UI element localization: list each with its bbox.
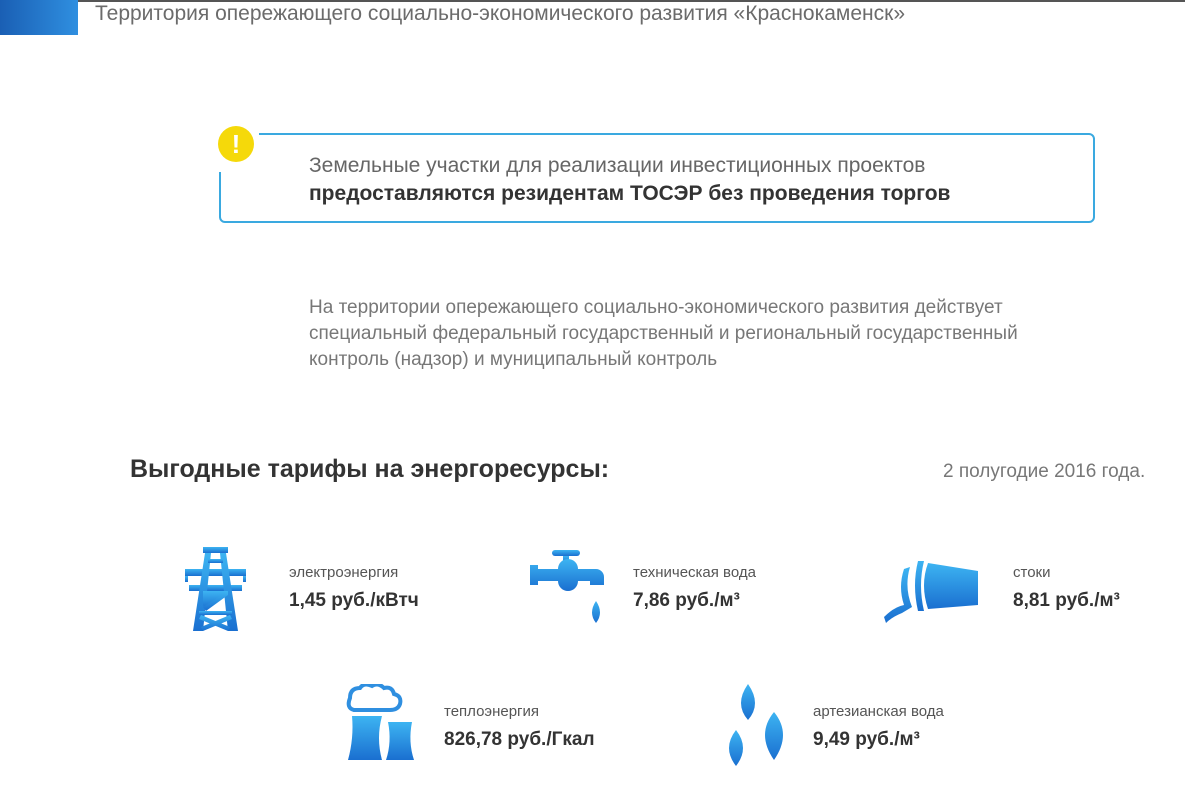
page-title: Территория опережающего социально-эконом… xyxy=(95,2,906,25)
corner-accent-block xyxy=(0,0,78,35)
tariff-value: 1,45 руб./кВтч xyxy=(289,590,419,611)
water-tap-icon xyxy=(530,550,604,623)
notice-box xyxy=(219,133,1095,223)
tariff-value: 8,81 руб./м³ xyxy=(1013,590,1120,611)
tariff-value: 9,49 руб./м³ xyxy=(813,729,920,750)
tariff-label: электроэнергия xyxy=(289,564,399,581)
tariff-value: 826,78 руб./Гкал xyxy=(444,729,595,750)
drain-pipe-icon xyxy=(884,561,978,623)
tariff-value: 7,86 руб./м³ xyxy=(633,590,740,611)
exclamation-icon: ! xyxy=(218,126,254,162)
tariffs-title: Выгодные тарифы на энергоресурсы: xyxy=(130,455,610,483)
tariff-label: теплоэнергия xyxy=(444,703,540,720)
tariff-label: артезианская вода xyxy=(813,703,944,720)
notice-text-line2: предоставляются резидентам ТОСЭР без про… xyxy=(309,182,951,205)
water-drops-icon xyxy=(729,684,783,766)
control-paragraph: На территории опережающего социально-эко… xyxy=(309,297,1018,370)
tariffs-period: 2 полугодие 2016 года. xyxy=(943,461,1146,482)
tariff-label: стоки xyxy=(1013,564,1051,581)
tariff-label: техническая вода xyxy=(633,564,756,581)
notice-text-line1: Земельные участки для реализации инвести… xyxy=(309,154,926,177)
cooling-tower-icon xyxy=(346,684,414,760)
power-tower-icon xyxy=(185,547,246,631)
